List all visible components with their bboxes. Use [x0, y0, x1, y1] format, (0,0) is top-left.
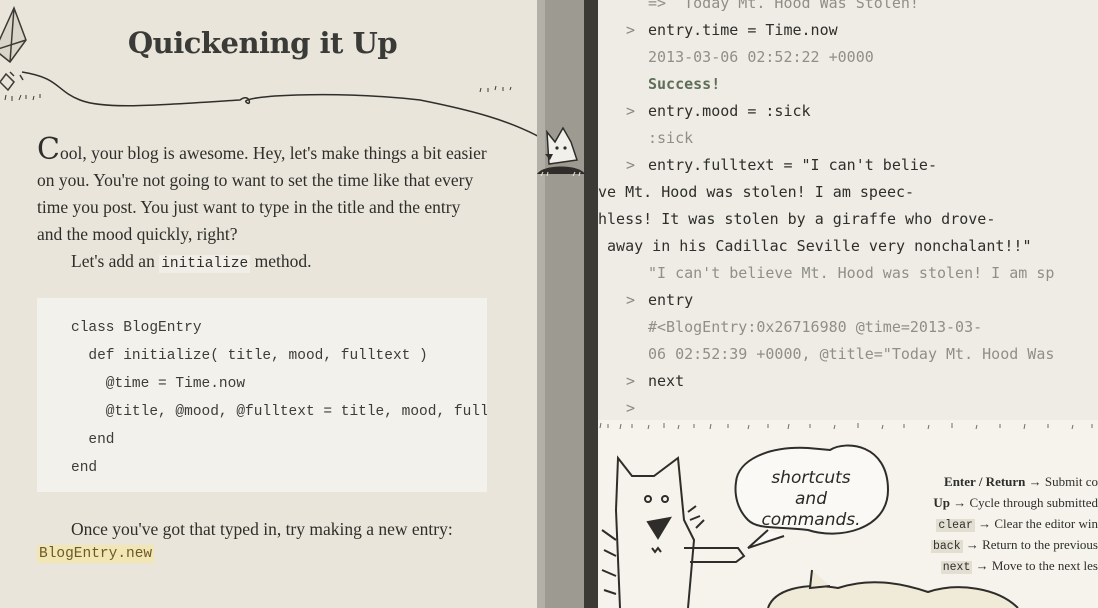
console-prompt: >: [626, 372, 636, 390]
shortcuts-panel: shortcuts and commands. Enter / Return →…: [598, 420, 1098, 608]
drop-cap: C: [37, 132, 60, 167]
shortcut-key: Up: [933, 495, 950, 510]
speech-bubble-text: shortcuts and commands.: [748, 468, 874, 531]
code-block: class BlogEntry def initialize( title, m…: [37, 298, 487, 492]
shortcut-command[interactable]: next: [940, 561, 973, 574]
console-output-text: "I can't believe Mt. Hood was stolen! I …: [648, 264, 1055, 282]
small-wolf-icon: [537, 126, 585, 177]
console-output-text: 06 02:52:39 +0000, @title="Today Mt. Hoo…: [648, 345, 1055, 363]
shortcut-back[interactable]: back → Return to the previous: [930, 537, 1098, 553]
bubble-line: shortcuts: [771, 468, 851, 488]
console-input-text: entry.fulltext = "I can't belie-: [648, 156, 937, 174]
code-line: end: [71, 460, 98, 476]
shortcut-up: Up → Cycle through submitted: [933, 495, 1098, 511]
shortcut-enter: Enter / Return → Submit co: [944, 474, 1098, 490]
console-output-text: Success!: [648, 75, 721, 93]
code-line: end: [71, 432, 115, 448]
lesson-paragraph-initialize: Let's add an initialize method.: [37, 248, 487, 278]
inline-code-initialize: initialize: [159, 255, 251, 273]
code-line: def initialize( title, mood, fulltext ): [71, 348, 428, 364]
ruby-console[interactable]: => Today Mt. Hood Was Stolen! > entry.time…: [598, 0, 1098, 420]
console-prompt: >: [626, 399, 636, 417]
shortcut-desc: → Return to the previous: [962, 537, 1098, 552]
shortcut-key: Enter / Return: [944, 474, 1026, 489]
bubble-line: commands.: [761, 510, 861, 530]
console-prompt: >: [626, 21, 636, 39]
shortcut-clear[interactable]: clear → Clear the editor win: [936, 516, 1098, 532]
console-prompt: >: [626, 102, 636, 120]
console-output-text: #<BlogEntry:0x26716980 @time=2013-03-: [648, 318, 983, 336]
code-line: @time = Time.now: [71, 376, 246, 392]
console-prompt: >: [626, 156, 636, 174]
console-input-text: entry.time = Time.now: [648, 21, 838, 39]
code-line: class BlogEntry: [71, 320, 202, 336]
intro-text: ool, your blog is awesome. Hey, let's ma…: [37, 143, 487, 244]
para2-text-after: method.: [250, 251, 312, 271]
bubble-line: and: [795, 489, 827, 509]
code-line: @title, @mood, @fulltext = title, mood, …: [71, 404, 487, 420]
blogentry-new-snippet[interactable]: BlogEntry.new: [37, 545, 155, 563]
shortcut-desc: → Cycle through submitted: [949, 495, 1098, 510]
divider-shadow: [584, 0, 598, 608]
para2-text-before: Let's add an: [71, 251, 160, 271]
lesson-paragraph-try-new: Once you've got that typed in, try makin…: [71, 519, 453, 539]
kite-string-line: [21, 71, 540, 139]
console-output-text: :sick: [648, 129, 694, 147]
console-input-text: away in his Cadillac Seville very noncha…: [598, 237, 1032, 255]
lesson-panel: Quickening it Up Cool, your blog is awes…: [0, 0, 540, 608]
shortcut-command[interactable]: back: [930, 540, 963, 553]
divider-edge: [537, 0, 545, 608]
console-input-text: entry.mood = :sick: [648, 102, 811, 120]
shortcut-next[interactable]: next → Move to the next les: [940, 558, 1098, 574]
shortcut-desc: → Submit co: [1025, 474, 1098, 489]
console-prompt: >: [626, 291, 636, 309]
console-input-text: ve Mt. Hood was stolen! I am speec-: [598, 183, 915, 201]
shortcut-desc: → Clear the editor win: [974, 516, 1098, 531]
shortcut-desc: → Move to the next les: [972, 558, 1098, 573]
shortcut-command[interactable]: clear: [936, 519, 975, 532]
console-output-text: 2013-03-06 02:52:22 +0000: [648, 48, 874, 66]
console-input-text: entry: [648, 291, 694, 309]
console-input-text: next: [648, 372, 685, 390]
console-output-text: => Today Mt. Hood Was Stolen!: [648, 0, 919, 12]
lesson-title: Quickening it Up: [127, 26, 398, 60]
lesson-paragraph-intro: Cool, your blog is awesome. Hey, let's m…: [37, 135, 487, 248]
console-input-text: hless! It was stolen by a giraffe who dr…: [598, 210, 996, 228]
